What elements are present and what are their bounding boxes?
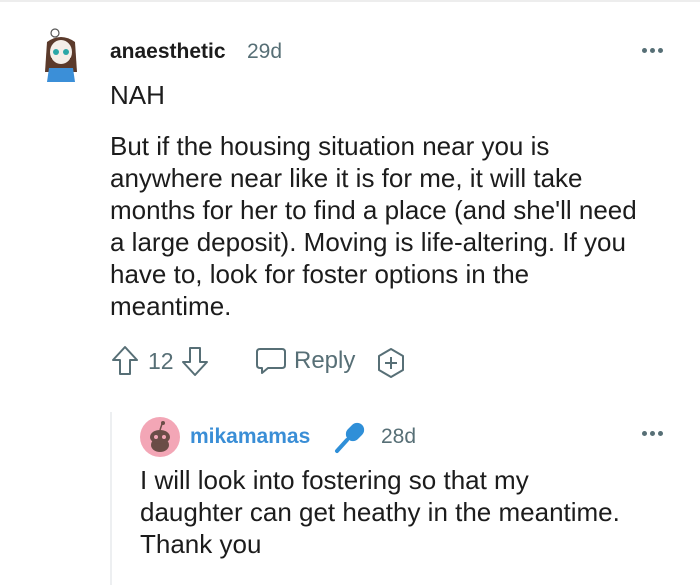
comment-body-line: meantime. [110,291,232,321]
snoo-avatar-icon[interactable] [140,417,180,457]
award-icon[interactable] [374,346,408,380]
reply-button[interactable]: Reply [254,346,355,376]
vote-bar: 12 [110,344,210,378]
upvote-icon[interactable] [110,344,140,378]
reply-timestamp: 28d [381,425,417,448]
comment-body: But if the housing situation near you is… [110,130,637,322]
comment-timestamp: 29d [247,40,283,63]
top-divider [0,0,700,2]
comment-body-line: a large deposit). Moving is life-alterin… [110,227,626,257]
reply-body: I will look into fostering so that my da… [140,464,620,560]
thread-line[interactable] [110,412,112,585]
reply-body-line: I will look into fostering so that my [140,465,529,495]
more-options-icon[interactable] [642,48,663,53]
comment-body-line: have to, look for foster options in the [110,259,530,289]
reply-body-line: Thank you [140,529,262,559]
mic-icon [335,422,365,453]
downvote-icon[interactable] [180,344,210,378]
avatar-icon [45,28,77,82]
reply-body-line: daughter can get heathy in the meantime. [140,497,620,527]
more-options-icon[interactable] [642,431,663,436]
comment-text-line: NAH [110,80,165,110]
comment-body-line: months for her to find a place (and she'… [110,195,637,225]
user-avatar[interactable] [37,28,85,82]
reply-icon [256,348,286,374]
comment-author[interactable]: anaesthetic [110,40,226,64]
reply-author[interactable]: mikamamas [190,425,310,449]
vote-count: 12 [148,347,174,374]
reply-label: Reply [294,347,356,374]
comment-body-line: anywhere near like it is for me, it will… [110,163,583,193]
comment-body-line: But if the housing situation near you is [110,131,550,161]
